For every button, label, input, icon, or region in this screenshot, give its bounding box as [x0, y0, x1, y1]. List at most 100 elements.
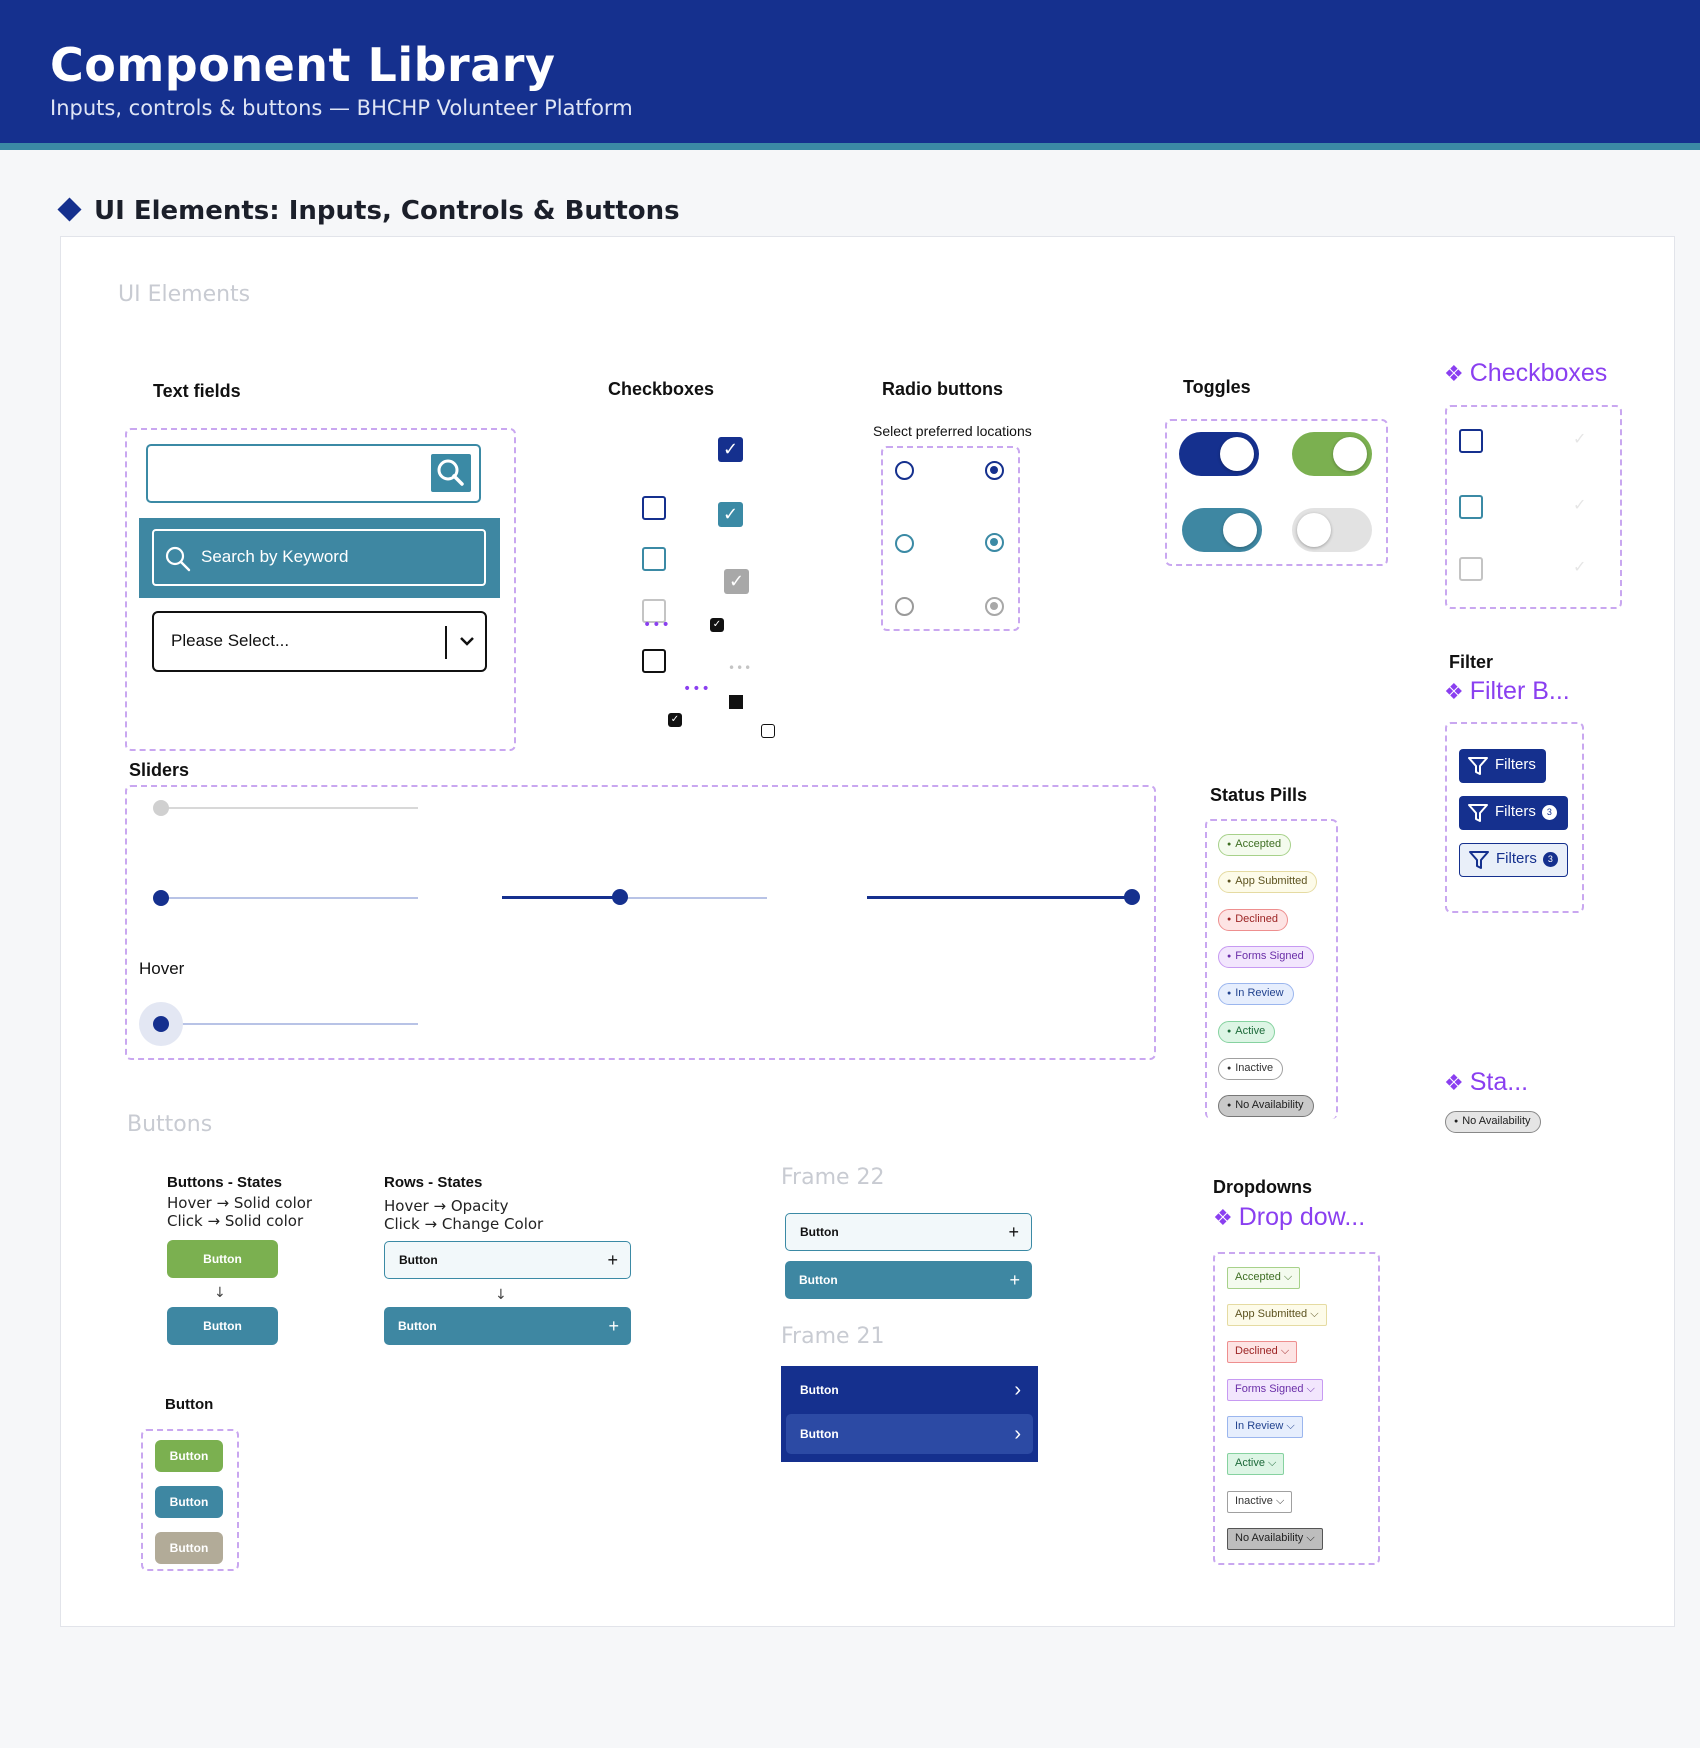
- text-fields-label: Text fields: [153, 381, 241, 401]
- status-component-title: ❖ Sta...: [1444, 1068, 1529, 1096]
- radio-on-disabled[interactable]: [985, 597, 1004, 616]
- chevron-right-icon: ›: [1014, 1379, 1021, 1401]
- radio-on-navy[interactable]: [985, 461, 1004, 480]
- canvas-heading: UI Elements: [118, 282, 251, 307]
- plus-icon: +: [1008, 1222, 1019, 1242]
- checkbox-checked-teal[interactable]: ✓: [718, 502, 743, 527]
- slider-track-hover[interactable]: [161, 1023, 418, 1025]
- frame-22-row-1[interactable]: Button +: [785, 1213, 1032, 1251]
- dropdowns-label: Dropdowns: [1213, 1177, 1312, 1197]
- filter-button-selected[interactable]: Filters 3: [1459, 843, 1568, 877]
- component-icon: ❖: [1444, 361, 1464, 386]
- checkbox-unchecked-teal[interactable]: [642, 547, 666, 571]
- checkbox-small-unchecked[interactable]: [761, 724, 775, 738]
- radio-caption: Select preferred locations: [873, 423, 1032, 439]
- page-header: Component Library Inputs, controls & but…: [0, 0, 1700, 150]
- slider-thumb-full[interactable]: [1124, 889, 1140, 905]
- filter-label: Filter: [1449, 652, 1494, 672]
- rows-states-desc-2: Click → Change Color: [384, 1215, 544, 1233]
- dropdown-no-availability[interactable]: No Availability ⌵: [1227, 1528, 1323, 1550]
- component-icon: ❖: [1444, 1070, 1464, 1095]
- dropdown-declined[interactable]: Declined ⌵: [1227, 1341, 1298, 1363]
- filter-icon: [1467, 803, 1489, 835]
- plus-icon: +: [608, 1316, 619, 1336]
- frame-22-title: Frame 22: [781, 1165, 885, 1190]
- toggle-on-navy[interactable]: [1179, 432, 1259, 476]
- page-subtitle: Inputs, controls & buttons — BHCHP Volun…: [50, 96, 633, 120]
- more-icon: •••: [683, 681, 711, 697]
- filter-button[interactable]: Filters: [1459, 749, 1546, 783]
- button-green[interactable]: Button: [155, 1440, 223, 1472]
- component-icon: ❖: [1213, 1205, 1233, 1230]
- more-icon: •••: [728, 661, 753, 675]
- dropdown-accepted[interactable]: Accepted ⌵: [1227, 1267, 1301, 1289]
- chevron-down-icon: [458, 632, 476, 654]
- plus-icon: +: [607, 1250, 618, 1270]
- row-click-state[interactable]: Button +: [384, 1307, 631, 1345]
- checkbox-small-checked[interactable]: ✓: [668, 713, 682, 727]
- slider-thumb-hover[interactable]: [153, 1016, 169, 1032]
- toggle-on-teal[interactable]: [1182, 508, 1262, 552]
- buttons-heading: Buttons: [127, 1112, 213, 1137]
- status-pill-no-availability: No Availability: [1218, 1095, 1314, 1117]
- checkbox-unchecked-navy[interactable]: [642, 496, 666, 520]
- radio-off-disabled[interactable]: [895, 597, 914, 616]
- frame-22-row-2[interactable]: Button +: [785, 1261, 1032, 1299]
- button-teal[interactable]: Button: [155, 1486, 223, 1518]
- status-pill-declined: Declined: [1218, 909, 1289, 931]
- frame-21-title: Frame 21: [781, 1324, 885, 1349]
- checkboxes-label: Checkboxes: [608, 379, 715, 399]
- plus-icon: +: [1009, 1270, 1020, 1290]
- checkbox-checked-disabled[interactable]: ✓: [724, 569, 749, 594]
- button-gray[interactable]: Button: [155, 1532, 223, 1564]
- status-pill-active: Active: [1218, 1021, 1276, 1043]
- dropdown-inactive[interactable]: Inactive ⌵: [1227, 1491, 1293, 1513]
- select-dropdown[interactable]: Please Select...: [152, 611, 487, 672]
- slider-thumb-mid[interactable]: [612, 889, 628, 905]
- filter-button-with-badge[interactable]: Filters 3: [1459, 796, 1568, 830]
- checkbox-unchecked-teal[interactable]: [1459, 495, 1483, 519]
- filter-count-badge: 3: [1542, 852, 1558, 867]
- check-icon: ✓: [1573, 495, 1587, 514]
- checkbox-unchecked-black[interactable]: [642, 649, 666, 673]
- filter-icon: [1467, 756, 1489, 788]
- filter-icon: [1468, 850, 1490, 881]
- buttons-states-title: Buttons - States: [167, 1174, 283, 1191]
- slider-thumb[interactable]: [153, 890, 169, 906]
- checkbox-unchecked-disabled[interactable]: [1459, 557, 1483, 581]
- search-icon[interactable]: [431, 454, 471, 492]
- radio-off-teal[interactable]: [895, 534, 914, 553]
- dropdown-app-submitted[interactable]: App Submitted ⌵: [1227, 1304, 1327, 1326]
- checkbox-unchecked-navy[interactable]: [1459, 429, 1483, 453]
- checkbox-indeterminate[interactable]: [729, 695, 743, 709]
- page-title: Component Library: [50, 38, 556, 92]
- toggle-on-green[interactable]: [1292, 432, 1372, 476]
- dropdown-in-review[interactable]: In Review ⌵: [1227, 1416, 1303, 1438]
- slider-hover-label: Hover: [139, 959, 185, 978]
- checkbox-checked-navy[interactable]: ✓: [718, 437, 743, 462]
- select-value: Please Select...: [171, 631, 290, 650]
- toggle-off[interactable]: [1292, 508, 1372, 552]
- search-input-empty[interactable]: [146, 444, 481, 503]
- status-pill-inactive: Inactive: [1218, 1058, 1284, 1080]
- radio-off-navy[interactable]: [895, 461, 914, 480]
- chevron-right-icon: ›: [1014, 1423, 1021, 1445]
- dropdown-active[interactable]: Active ⌵: [1227, 1453, 1285, 1475]
- frame-21-row-2[interactable]: Button ›: [786, 1414, 1033, 1454]
- status-pills-label: Status Pills: [1210, 785, 1308, 805]
- slider-track-disabled[interactable]: [161, 807, 418, 809]
- radio-on-teal[interactable]: [985, 533, 1004, 552]
- button-click-state[interactable]: Button: [167, 1307, 278, 1345]
- filter-component-title: ❖ Filter B...: [1444, 677, 1570, 705]
- dropdown-forms-signed[interactable]: Forms Signed ⌵: [1227, 1379, 1323, 1401]
- button-hover-state[interactable]: Button: [167, 1240, 278, 1278]
- slider-track[interactable]: [161, 897, 418, 899]
- buttons-states-desc-2: Click → Solid color: [167, 1212, 304, 1230]
- search-input[interactable]: Search by Keyword: [152, 529, 486, 586]
- frame-21-row-1[interactable]: Button ›: [786, 1370, 1033, 1410]
- filter-count-badge: 3: [1541, 805, 1557, 820]
- checkbox-small-checked[interactable]: ✓: [710, 618, 724, 632]
- slider-thumb-disabled[interactable]: [153, 800, 169, 816]
- row-hover-state[interactable]: Button +: [384, 1241, 631, 1279]
- slider-fill-mid: [502, 896, 620, 899]
